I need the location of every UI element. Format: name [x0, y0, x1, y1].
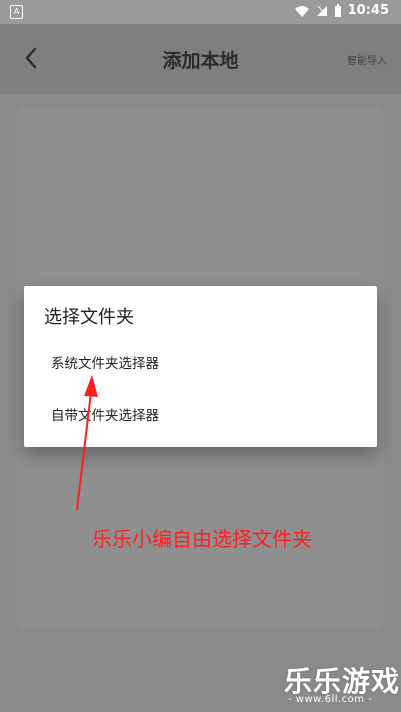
page-title: 添加本地 — [162, 50, 239, 72]
builtin-folder-picker-option[interactable]: 自带文件夹选择器 — [51, 404, 159, 424]
folder-picker-dialog: 选择文件夹 系统文件夹选择器 自带文件夹选择器 — [24, 286, 377, 447]
notification-icon: A — [10, 5, 23, 19]
watermark-site: - www.6ll.com - — [288, 694, 373, 705]
system-folder-picker-option[interactable]: 系统文件夹选择器 — [51, 352, 159, 372]
status-icons: 10:45 — [294, 3, 389, 18]
signal-icon — [316, 5, 327, 16]
status-time: 10:45 — [347, 3, 389, 18]
annotation-text: 乐乐小编自由选择文件夹 — [92, 527, 312, 551]
dialog-title: 选择文件夹 — [44, 307, 134, 328]
status-bar: A 10:45 — [0, 0, 401, 24]
top-app-bar: 添加本地 智能导入 — [0, 24, 401, 94]
smart-import-button[interactable]: 智能导入 — [347, 52, 387, 67]
wifi-icon — [294, 5, 309, 17]
battery-icon — [334, 3, 341, 17]
